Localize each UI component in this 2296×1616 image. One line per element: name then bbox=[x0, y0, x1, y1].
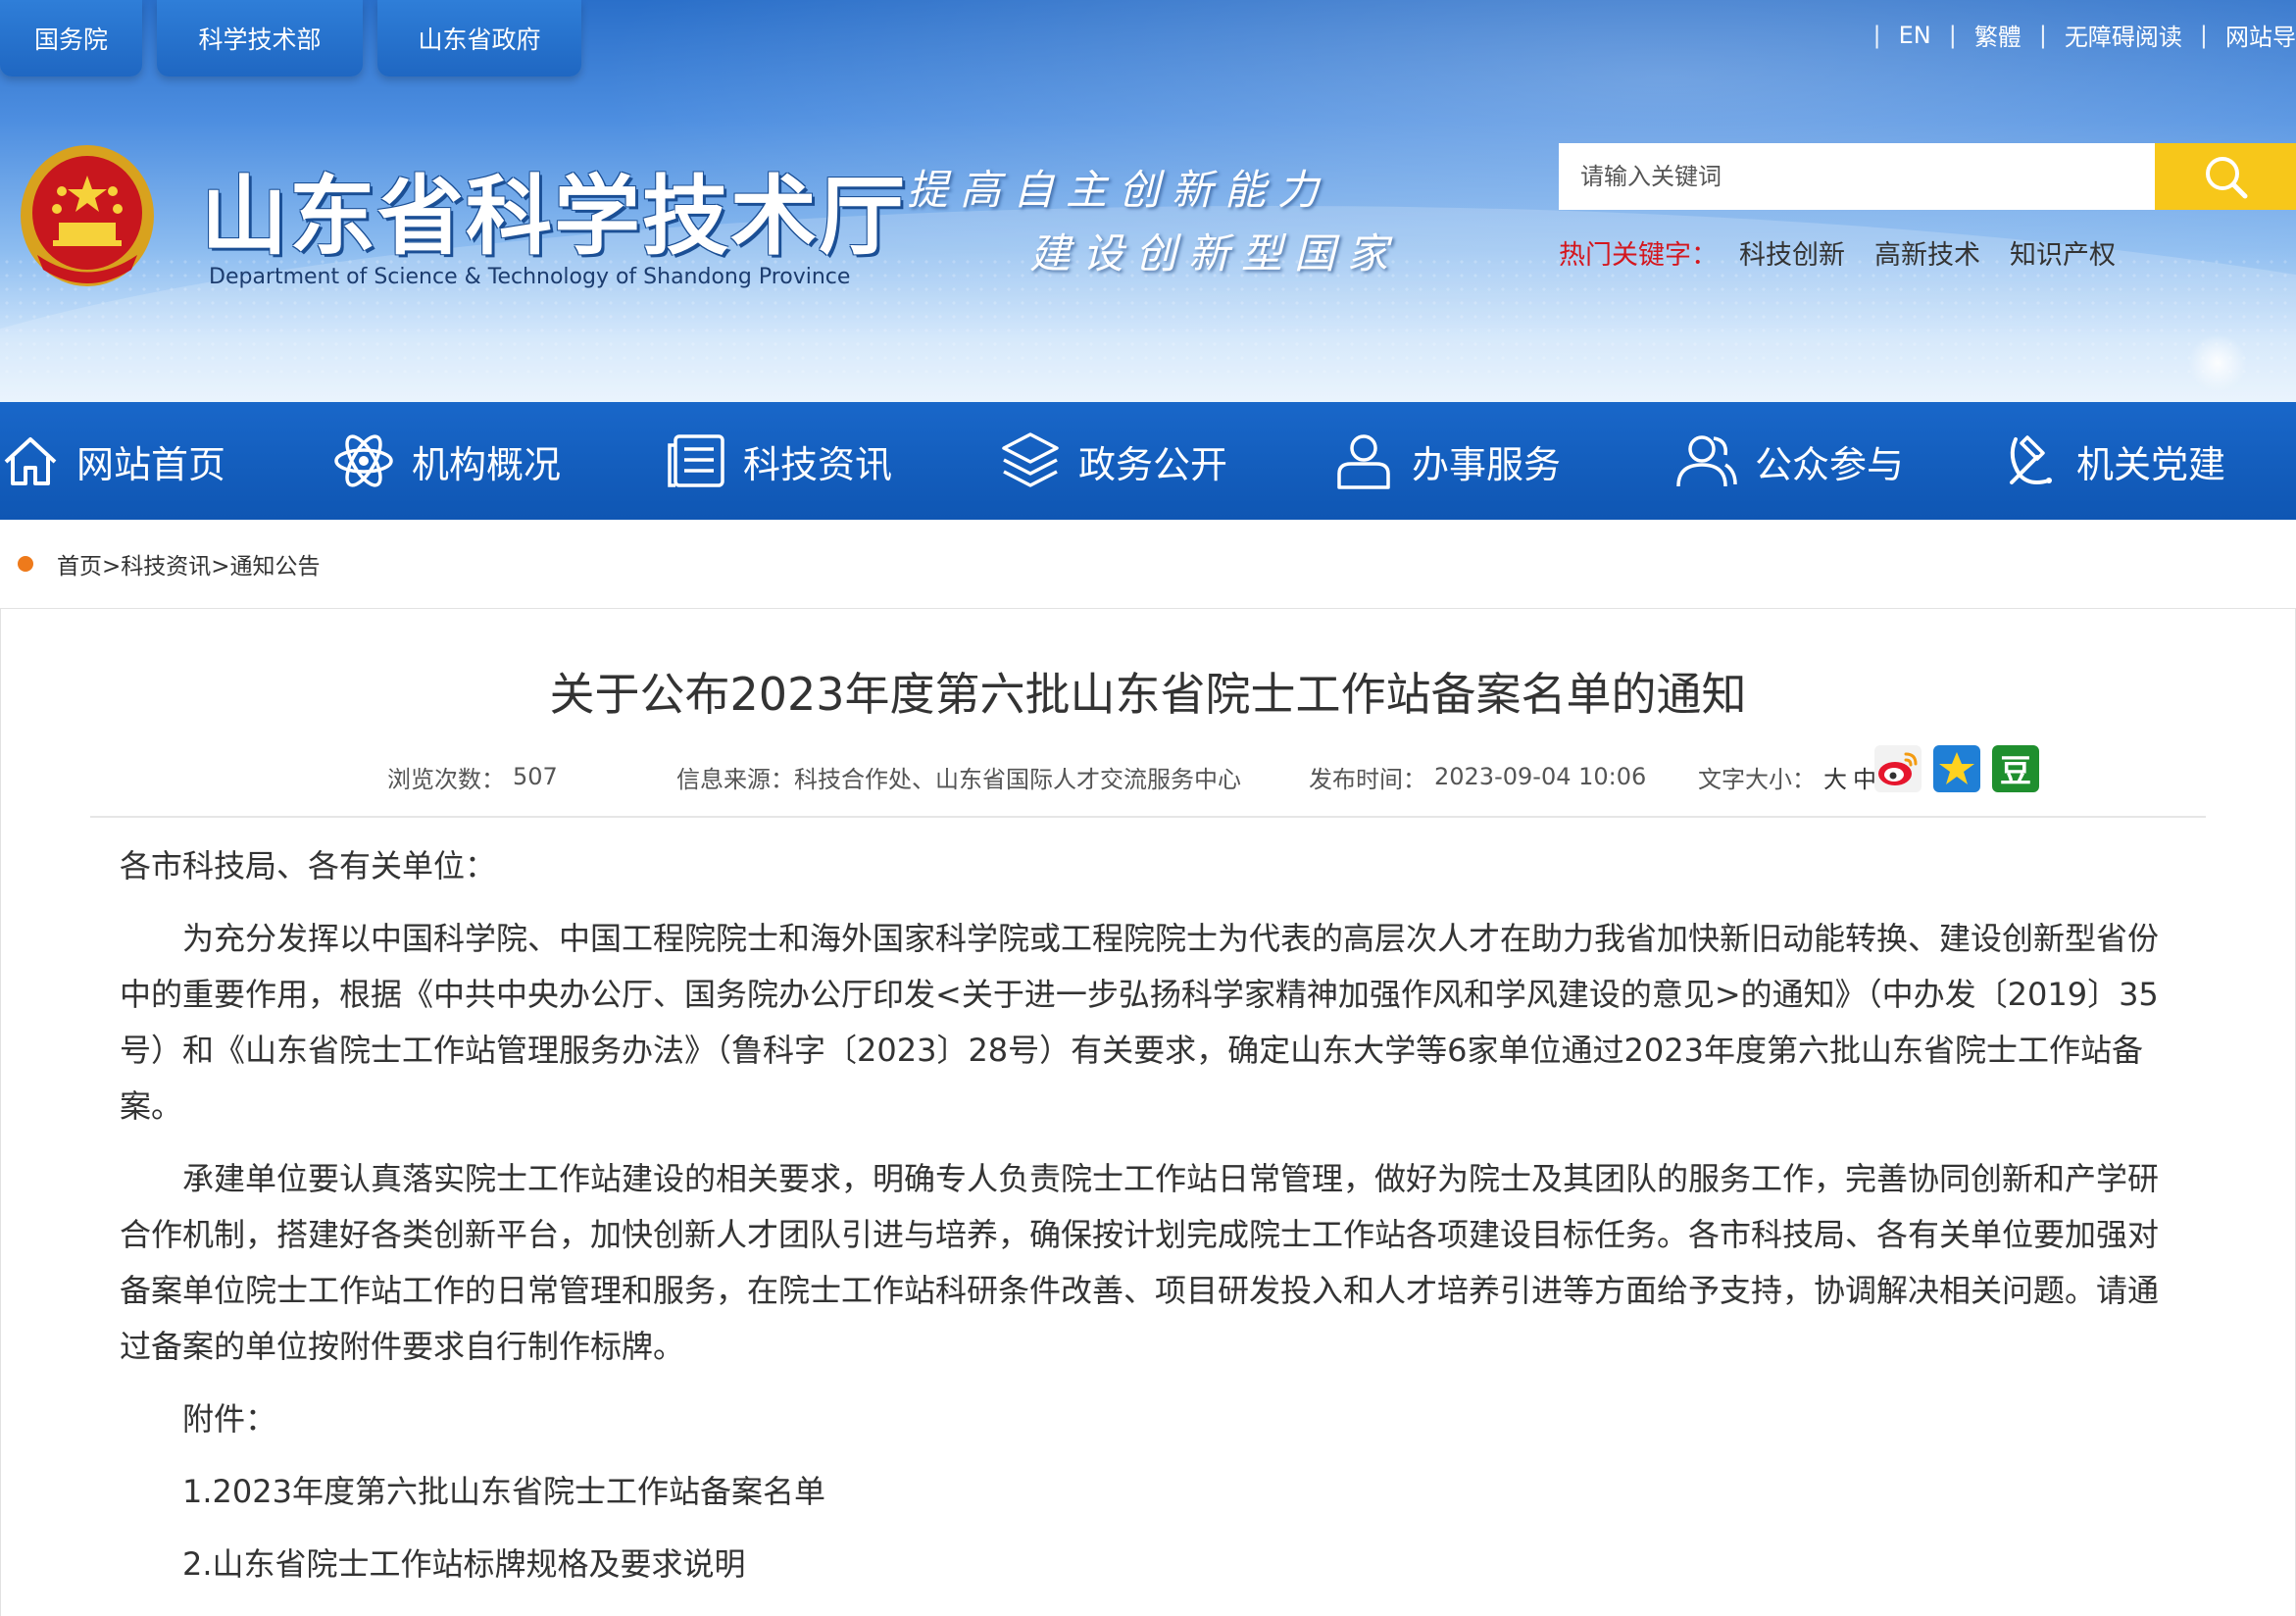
banner-sparkle bbox=[2188, 333, 2247, 392]
search-icon bbox=[2206, 157, 2248, 199]
national-emblem-icon bbox=[21, 145, 154, 286]
link-traditional[interactable]: 繁體 bbox=[1974, 18, 2021, 52]
separator: | bbox=[2199, 21, 2208, 49]
weibo-icon bbox=[1878, 752, 1918, 785]
nav-home-label: 网站首页 bbox=[76, 442, 226, 486]
nav-services[interactable]: 办事服务 bbox=[1333, 402, 1561, 520]
layers-icon bbox=[1002, 432, 1059, 487]
slogan-line2: 建设创新型国家 bbox=[1029, 229, 1401, 278]
party-emblem-icon bbox=[2010, 435, 2052, 484]
nav-party-building[interactable]: 机关党建 bbox=[2000, 402, 2225, 520]
font-size-medium[interactable]: 中 bbox=[1853, 760, 1876, 794]
top-tabs: 国务院 科学技术部 山东省政府 bbox=[0, 0, 581, 76]
share-weibo-button[interactable] bbox=[1874, 745, 1922, 792]
search-bar bbox=[1559, 143, 2296, 210]
meta-time-label: 发布时间： bbox=[1309, 765, 1426, 793]
meta-divider bbox=[90, 816, 2206, 818]
nav-party-building-label: 机关党建 bbox=[2076, 442, 2226, 486]
separator: | bbox=[1948, 21, 1957, 49]
site-subtitle: Department of Science & Technology of Sh… bbox=[209, 265, 851, 289]
meta-source-value: 科技合作处、山东省国际人才交流服务中心 bbox=[794, 765, 1241, 793]
attachment-2-link[interactable]: 2.山东省院士工作站标牌规格及要求说明 bbox=[120, 1537, 2161, 1592]
link-accessibility[interactable]: 无障碍阅读 bbox=[2065, 18, 2182, 52]
link-sitemap[interactable]: 网站导 bbox=[2225, 18, 2296, 52]
header-banner: 国务院 科学技术部 山东省政府 | EN | 繁體 | 无障碍阅读 | 网站导 … bbox=[0, 0, 2296, 402]
breadcrumb: 首页>科技资讯>通知公告 bbox=[18, 544, 321, 583]
nav-public-participation[interactable]: 公众参与 bbox=[1674, 402, 1904, 520]
meta-views-value: 507 bbox=[513, 763, 558, 790]
tab-kejibu[interactable]: 科学技术部 bbox=[157, 0, 363, 76]
separator: | bbox=[1872, 21, 1881, 49]
douban-icon: 豆 bbox=[1999, 752, 2031, 789]
meta-font-label: 文字大小： bbox=[1698, 765, 1816, 793]
article-greeting: 各市科技局、各有关单位： bbox=[120, 847, 497, 884]
user-icon bbox=[1337, 434, 1390, 489]
nav-home[interactable]: 网站首页 bbox=[2, 402, 225, 520]
nav-services-label: 办事服务 bbox=[1412, 442, 1562, 486]
hot-keyword-3[interactable]: 知识产权 bbox=[2010, 233, 2116, 272]
users-icon bbox=[1676, 435, 1737, 487]
meta-time-value: 2023-09-04 10:06 bbox=[1434, 763, 1647, 790]
meta-font-size: 文字大小： 大 中 bbox=[1698, 757, 1876, 796]
hot-keyword-2[interactable]: 高新技术 bbox=[1874, 233, 1980, 272]
share-qzone-button[interactable] bbox=[1933, 745, 1980, 792]
hot-keywords-label: 热门关键字： bbox=[1559, 240, 1718, 271]
article-paragraph-1: 为充分发挥以中国科学院、中国工程院院士和海外国家科学院或工程院院士为代表的高层次… bbox=[120, 920, 2160, 1125]
meta-source-label: 信息来源： bbox=[676, 765, 794, 793]
meta-source: 信息来源： 科技合作处、山东省国际人才交流服务中心 bbox=[676, 757, 1241, 796]
hot-keyword-1[interactable]: 科技创新 bbox=[1739, 233, 1845, 272]
attachment-1-link[interactable]: 1.2023年度第六批山东省院士工作站备案名单 bbox=[120, 1464, 2161, 1520]
news-list-icon bbox=[668, 434, 724, 487]
tab-shandong-gov[interactable]: 山东省政府 bbox=[377, 0, 581, 76]
search-button[interactable] bbox=[2155, 143, 2296, 210]
nav-news[interactable]: 科技资讯 bbox=[667, 402, 892, 520]
meta-views: 浏览次数： 507 bbox=[387, 757, 558, 796]
site-title[interactable]: 山东省科学技术厅 bbox=[201, 147, 907, 272]
article-body: 各市科技局、各有关单位： 为充分发挥以中国科学院、中国工程院院士和海外国家科学院… bbox=[120, 838, 2161, 1609]
nav-government-affairs-label: 政务公开 bbox=[1078, 442, 1228, 486]
meta-time: 发布时间： 2023-09-04 10:06 bbox=[1309, 757, 1646, 796]
slogan-line1: 提高自主创新能力 bbox=[907, 166, 1331, 214]
attachments-label: 附件： bbox=[182, 1400, 277, 1438]
qzone-star-icon bbox=[1939, 752, 1974, 784]
breadcrumb-path[interactable]: 首页>科技资讯>通知公告 bbox=[57, 547, 321, 581]
breadcrumb-dot-icon bbox=[18, 556, 33, 572]
article-paragraph-2: 承建单位要认真落实院士工作站建设的相关要求，明确专人负责院士工作站日常管理，做好… bbox=[120, 1160, 2160, 1365]
nav-public-participation-label: 公众参与 bbox=[1755, 442, 1905, 486]
atom-icon bbox=[334, 434, 393, 487]
nav-organization[interactable]: 机构概况 bbox=[333, 402, 561, 520]
nav-news-label: 科技资讯 bbox=[743, 442, 893, 486]
font-size-large[interactable]: 大 bbox=[1823, 760, 1847, 794]
nav-organization-label: 机构概况 bbox=[412, 442, 562, 486]
share-buttons: 豆 bbox=[1874, 745, 2039, 792]
separator: | bbox=[2038, 21, 2047, 49]
link-english[interactable]: EN bbox=[1899, 22, 1931, 49]
share-douban-button[interactable]: 豆 bbox=[1992, 745, 2039, 792]
hot-keywords: 热门关键字： 科技创新 高新技术 知识产权 bbox=[1559, 233, 2145, 272]
tab-guowuyuan[interactable]: 国务院 bbox=[0, 0, 142, 76]
search-input[interactable] bbox=[1559, 143, 2155, 210]
top-links: | EN | 繁體 | 无障碍阅读 | 网站导 bbox=[1856, 18, 2296, 52]
meta-views-label: 浏览次数： bbox=[387, 765, 505, 793]
nav-government-affairs[interactable]: 政务公开 bbox=[1000, 402, 1227, 520]
main-nav: 网站首页 机构概况 科技资讯 政务公开 办事服务 公众参与 机关党建 bbox=[0, 402, 2296, 520]
home-icon bbox=[4, 437, 57, 485]
article-title: 关于公布2023年度第六批山东省院士工作站备案名单的通知 bbox=[549, 668, 1747, 721]
